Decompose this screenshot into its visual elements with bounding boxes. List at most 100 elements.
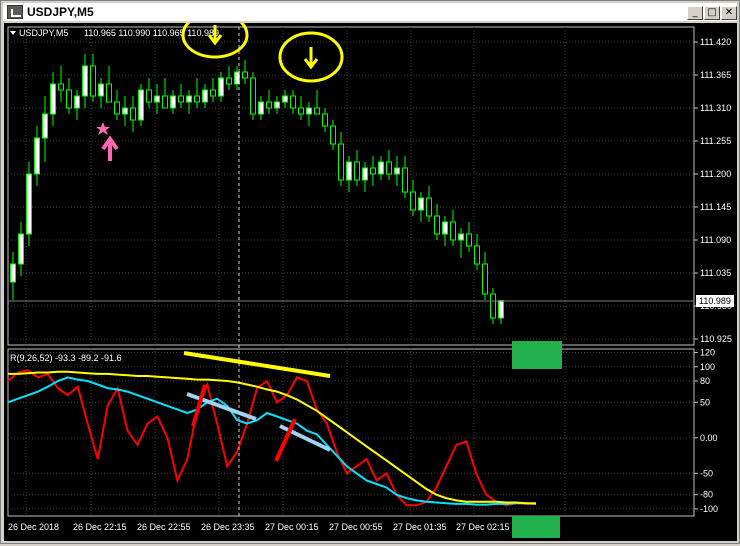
price-tick-label: 111.420	[700, 37, 731, 47]
indicator-label: R(9,26,52) -93.3 -89.2 -91.6	[10, 353, 122, 363]
price-tick-label: 111.035	[700, 268, 731, 278]
candle-body	[146, 89, 152, 103]
candle-body	[466, 233, 472, 247]
title-bar[interactable]: USDJPY,M5 _ □ ✕	[3, 3, 737, 21]
candle-body	[178, 95, 184, 103]
candle-body	[306, 107, 312, 115]
candle-body	[354, 161, 360, 181]
current-price-label: 110.989	[699, 296, 731, 306]
red-slash-annotation	[274, 418, 297, 462]
candle-body	[402, 167, 408, 193]
indicator-tick-label: 120	[700, 348, 715, 358]
candle-body	[482, 263, 488, 295]
indicator-tick-label: 80	[700, 376, 710, 386]
price-tick-label: 111.145	[700, 202, 731, 212]
candle-body	[114, 101, 120, 115]
candle-body	[282, 95, 288, 103]
mid-line	[7, 376, 537, 506]
indicator-tick-label: -50	[700, 468, 713, 478]
chart-window-icon	[7, 5, 23, 19]
time-tick-label: 27 Dec 00:55	[329, 522, 383, 532]
chart-area[interactable]: 111.420 111.365 111.310 111.255 111.200 111.1…	[4, 11, 737, 541]
candle-body	[82, 65, 88, 97]
price-tick-label: 111.255	[700, 136, 731, 146]
ohlc-readout: 110.965 110.990 110.965 110.989	[84, 28, 219, 38]
time-tick-label: 27 Dec 00:15	[265, 522, 319, 532]
candle-body	[450, 221, 456, 241]
indicator-axis: 120 100 80 50 0.00 -50 -80 -100	[694, 348, 718, 514]
candle-body	[162, 95, 168, 109]
candle-body	[330, 125, 336, 145]
chart-window: USDJPY,M5 _ □ ✕ 111.420 111.365 111.310 111…	[0, 0, 740, 544]
candle-body	[290, 95, 296, 109]
candle-body	[18, 233, 24, 265]
price-tick-label: 111.200	[700, 169, 731, 179]
price-tick-label: 110.925	[700, 334, 732, 344]
maximize-button[interactable]: □	[704, 6, 720, 20]
price-tick-label: 111.310	[700, 103, 731, 113]
price-tick-label: 111.365	[700, 70, 731, 80]
candle-body	[194, 95, 200, 103]
window-title: USDJPY,M5	[27, 5, 94, 19]
candle-body	[498, 300, 504, 319]
candle-body	[242, 71, 248, 79]
candle-body	[258, 101, 264, 115]
candle-body	[154, 95, 160, 103]
time-tick-label: 26 Dec 2018	[8, 522, 59, 532]
candle-body	[122, 107, 128, 115]
candle-body	[226, 77, 232, 85]
candle-body	[130, 107, 136, 121]
candle-body	[458, 233, 464, 241]
close-button[interactable]: ✕	[721, 6, 737, 20]
candle-body	[66, 89, 72, 109]
candle-body	[26, 173, 32, 235]
divergence-line	[183, 351, 331, 378]
candle-body	[426, 197, 432, 217]
candle-body	[346, 161, 352, 181]
green-box-annotation	[512, 516, 560, 538]
indicator-tick-label: -100	[700, 504, 718, 514]
candle-body	[138, 89, 144, 121]
candle-body	[378, 161, 384, 175]
indicator-tick-label: 100	[700, 362, 715, 372]
symbol-label: USDJPY,M5	[19, 28, 68, 38]
up-arrow-icon	[101, 135, 119, 161]
candle-body	[10, 263, 16, 283]
candle-body	[442, 221, 448, 235]
time-tick-label: 27 Dec 01:35	[393, 522, 447, 532]
candle-body	[106, 83, 112, 103]
indicator-tick-label: -80	[700, 490, 713, 500]
time-tick-label: 26 Dec 22:55	[137, 522, 191, 532]
candle-body	[50, 83, 56, 115]
candle-body	[202, 89, 208, 103]
candle-body	[170, 95, 176, 109]
candle-body	[250, 77, 256, 115]
down-arrow-icon	[303, 47, 319, 70]
candle-body	[42, 113, 48, 139]
candle-body	[34, 137, 40, 175]
candlestick-series	[10, 54, 504, 324]
star-icon	[96, 122, 110, 135]
candle-body	[186, 95, 192, 103]
time-tick-label: 26 Dec 22:15	[73, 522, 127, 532]
candle-body	[210, 89, 216, 97]
minimize-button[interactable]: _	[687, 6, 703, 20]
candle-body	[314, 107, 320, 115]
price-chart[interactable]: 111.420 111.365 111.310 111.255 111.200 111.1…	[4, 11, 737, 541]
candle-body	[394, 167, 400, 175]
candle-body	[58, 83, 64, 91]
time-tick-label: 26 Dec 23:35	[201, 522, 255, 532]
candle-body	[90, 65, 96, 97]
indicator-tick-label: 50	[700, 397, 710, 407]
candle-body	[370, 167, 376, 175]
candle-body	[266, 101, 272, 109]
candle-body	[490, 293, 496, 319]
time-tick-label: 27 Dec 02:15	[456, 522, 510, 532]
candle-body	[274, 101, 280, 109]
candle-body	[474, 245, 480, 265]
candle-body	[386, 161, 392, 175]
chart-menu-icon[interactable]	[10, 31, 16, 35]
candle-body	[98, 83, 104, 97]
candle-body	[434, 215, 440, 235]
candle-body	[322, 113, 328, 127]
